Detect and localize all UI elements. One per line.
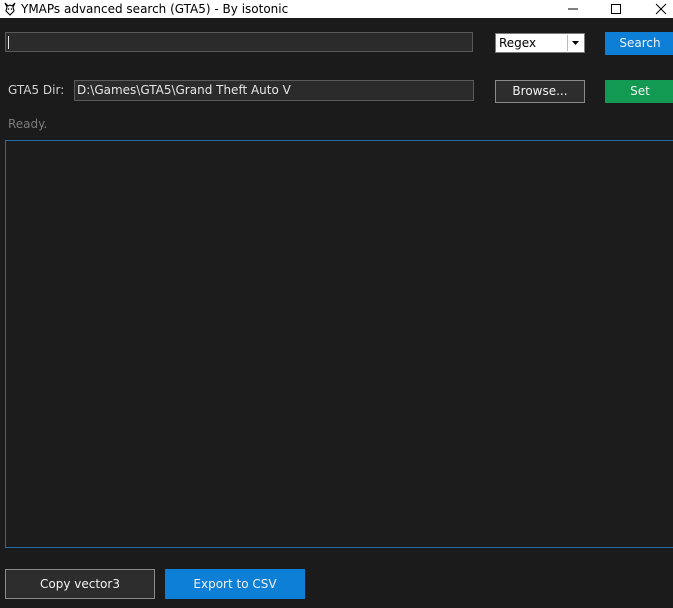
browse-button[interactable]: Browse... <box>495 80 585 103</box>
export-csv-button[interactable]: Export to CSV <box>165 569 305 599</box>
set-button[interactable]: Set <box>605 80 673 103</box>
window-title: YMAPs advanced search (GTA5) - By isoton… <box>21 2 289 16</box>
chevron-down-icon <box>572 41 579 45</box>
search-mode-select[interactable]: Regex <box>495 33 585 53</box>
gta-dir-field[interactable]: D:\Games\GTA5\Grand Theft Auto V <box>74 80 474 101</box>
close-icon <box>655 3 667 15</box>
close-button[interactable] <box>638 0 673 18</box>
maximize-icon <box>611 4 621 14</box>
search-input[interactable] <box>5 32 473 52</box>
minimize-icon <box>568 8 578 10</box>
search-button[interactable]: Search <box>605 32 673 55</box>
results-list[interactable] <box>5 140 673 548</box>
minimize-button[interactable] <box>550 0 596 18</box>
status-text: Ready. <box>8 117 48 131</box>
gta-dir-label: GTA5 Dir: <box>8 83 65 97</box>
search-mode-value: Regex <box>499 36 537 50</box>
title-bar: YMAPs advanced search (GTA5) - By isoton… <box>0 0 673 18</box>
copy-vector3-button[interactable]: Copy vector3 <box>5 569 155 599</box>
gta-app-icon <box>3 2 17 16</box>
app-window: YMAPs advanced search (GTA5) - By isoton… <box>0 0 673 608</box>
maximize-button[interactable] <box>593 0 639 18</box>
text-caret <box>8 36 9 49</box>
dropdown-arrow[interactable] <box>567 35 583 51</box>
